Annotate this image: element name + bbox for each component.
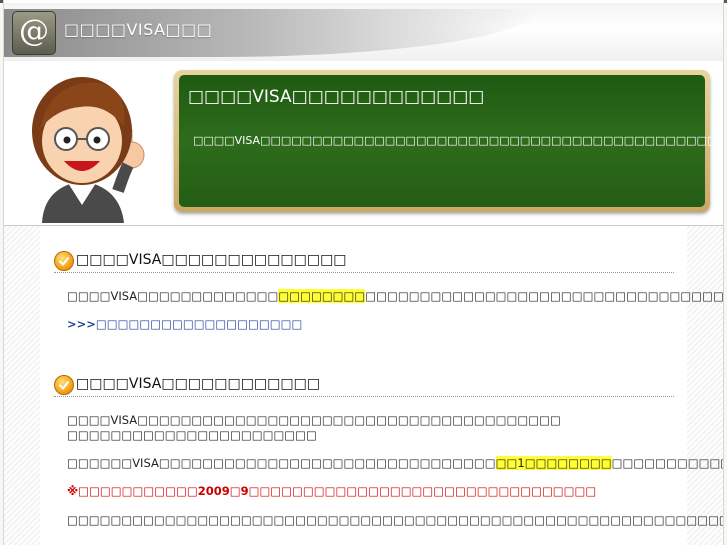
section-heading: □□□□VISA□□□□□□□□□□□□□□ [54, 250, 674, 273]
detail-link[interactable]: >>>□□□□□□□□□□□□□□□□□□□ [67, 317, 302, 331]
hero-banner: □□□□VISA□□□□□□□□□□□□ □□□□VISA□□□□□□□□□□□… [4, 61, 723, 226]
paragraph-text: □□□□VISA□□□□□□□□□□□□□ [67, 289, 279, 303]
at-logo-icon[interactable]: @ [12, 11, 56, 55]
section-paragraph: □□□□□□□□□□□□□□□□□□□□□□□□□□□□□□□□□□□□□□□□… [67, 513, 723, 527]
section-paragraph: □□□□VISA□□□□□□□□□□□□□□□□□□□□□□□□□□□□□□□□… [67, 413, 561, 443]
paragraph-text: □□□□□□□□□□□□□□□□□□□□□□□□□□□□□□□□□ [365, 289, 724, 303]
page-frame: @ □□□□VISA□□□ □□□□VISA□□□□□□□□□□□□ □□□□V… [3, 0, 724, 545]
check-badge-icon [54, 375, 74, 395]
section-heading: □□□□VISA□□□□□□□□□□□□ [54, 374, 674, 397]
chalkboard-text: □□□□VISA□□□□□□□□□□□□□□□□□□□□□□□□□□□□□□□□… [193, 134, 724, 147]
site-title[interactable]: □□□□VISA□□□ [64, 20, 212, 39]
highlighted-text: □□□□□□□□ [278, 289, 366, 303]
section-title: □□□□VISA□□□□□□□□□□□□ [76, 376, 321, 392]
paragraph-text: □□□□□□□□□□□ [611, 456, 724, 470]
section-paragraph: □□□□VISA□□□□□□□□□□□□□□□□□□□□□□□□□□□□□□□□… [67, 289, 724, 304]
chalkboard-surface: □□□□VISA□□□□□□□□□□□□ □□□□VISA□□□□□□□□□□□… [179, 75, 724, 207]
paragraph-text: □□□□□□VISA□□□□□□□□□□□□□□□□□□□□□□□□□□□□□□… [67, 456, 496, 470]
guide-avatar-icon [32, 77, 145, 223]
check-badge-icon [54, 251, 74, 271]
highlighted-text: □□1□□□□□□□□ [495, 456, 612, 470]
content-area: □□□□VISA□□□□□□□□□□□□□□ □□□□VISA□□□□□□□□□… [4, 226, 723, 545]
site-header: @ □□□□VISA□□□ [4, 3, 723, 61]
section-title: □□□□VISA□□□□□□□□□□□□□□ [76, 252, 347, 268]
content-panel: □□□□VISA□□□□□□□□□□□□□□ □□□□VISA□□□□□□□□□… [40, 226, 723, 545]
section-paragraph: □□□□□□VISA□□□□□□□□□□□□□□□□□□□□□□□□□□□□□□… [67, 456, 724, 471]
chalkboard: □□□□VISA□□□□□□□□□□□□ □□□□VISA□□□□□□□□□□□… [174, 70, 724, 212]
notice-text: ※□□□□□□□□□□□2009□9□□□□□□□□□□□□□□□□□□□□□□… [67, 484, 597, 498]
paragraph-line: □□□□□□□□□□□□□□□□□□□□□□□ [67, 428, 317, 442]
paragraph-line: □□□□VISA□□□□□□□□□□□□□□□□□□□□□□□□□□□□□□□□… [67, 413, 561, 427]
chalkboard-title: □□□□VISA□□□□□□□□□□□□ [188, 87, 485, 107]
